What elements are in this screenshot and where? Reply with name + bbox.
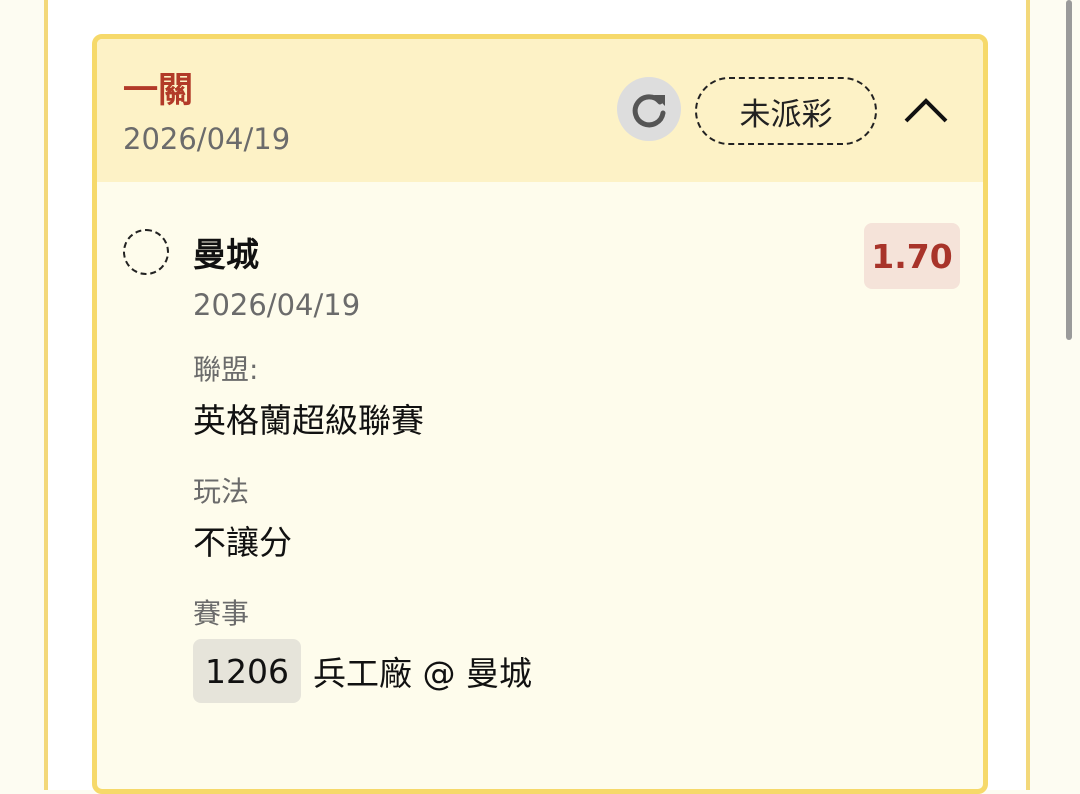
bet-type-title: 一關: [123, 71, 194, 111]
event-label: 賽事: [193, 597, 250, 630]
market-value: 不讓分: [193, 523, 292, 562]
league-value: 英格蘭超級聯賽: [193, 401, 424, 440]
odds-badge: 1.70: [864, 223, 960, 289]
league-label: 聯盟:: [193, 353, 259, 386]
collapse-button[interactable]: [901, 87, 951, 133]
bet-card-header[interactable]: 一關 2026/04/19 未派彩: [97, 39, 983, 182]
bet-card: 一關 2026/04/19 未派彩 曼城 2026/04/19 1.70 聯盟:…: [92, 34, 988, 794]
status-badge: 未派彩: [695, 77, 877, 145]
bet-date: 2026/04/19: [123, 122, 291, 156]
match-id-badge: 1206: [193, 639, 301, 703]
selection-date: 2026/04/19: [193, 288, 361, 322]
event-row: 1206 兵工廠 @ 曼城: [193, 639, 532, 703]
refresh-button[interactable]: [617, 77, 681, 141]
scrollbar[interactable]: [1066, 0, 1072, 340]
chevron-up-icon: [904, 98, 948, 123]
selection-status-icon: [123, 229, 169, 275]
refresh-icon: [632, 94, 666, 128]
match-teams: 兵工廠 @ 曼城: [312, 654, 532, 693]
market-label: 玩法: [193, 475, 250, 508]
selection-team: 曼城: [193, 235, 259, 274]
